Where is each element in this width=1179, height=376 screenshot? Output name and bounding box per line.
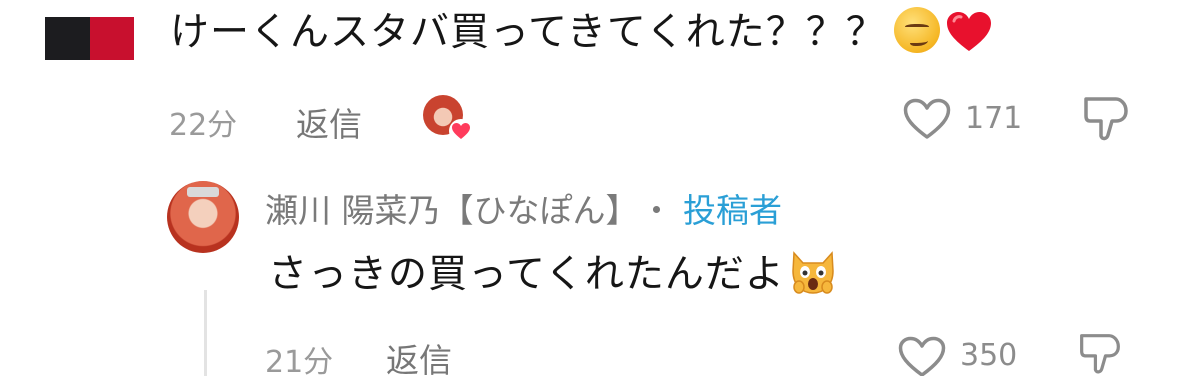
poster-badge: 投稿者 xyxy=(683,191,782,230)
reply-text: さっきの買ってくれたんだよ xyxy=(268,252,785,297)
comment-timestamp: 22分 xyxy=(169,108,238,143)
liked-heart-icon xyxy=(449,119,473,143)
thumbs-down-icon[interactable] xyxy=(1082,95,1130,143)
separator-dot: ・ xyxy=(640,191,673,230)
like-count: 171 xyxy=(965,101,1023,136)
author-line: 瀬川 陽菜乃【ひなぽん】・投稿者 xyxy=(265,184,782,232)
user-avatar-flag[interactable] xyxy=(45,17,134,60)
thumbs-down-icon-2[interactable] xyxy=(1076,332,1124,376)
like-count-2: 350 xyxy=(960,338,1018,373)
comment-body: けーくんスタバ買ってきてくれた？？？ xyxy=(170,6,992,60)
reply-button-2[interactable]: 返信 xyxy=(386,334,452,376)
reply-button[interactable]: 返信 xyxy=(296,98,362,146)
comment-thread: けーくんスタバ買ってきてくれた？？？ 22分 返信 171 瀬川 陽菜乃【ひなぽ… xyxy=(0,0,1179,376)
reply-timestamp: 21分 xyxy=(265,345,334,376)
smirking-face-icon xyxy=(893,7,940,53)
heart-outline-icon[interactable] xyxy=(903,98,951,140)
thread-connector xyxy=(204,290,207,376)
weary-cat-face-icon xyxy=(792,251,834,294)
poster-avatar[interactable] xyxy=(167,181,239,253)
creator-liked-avatar xyxy=(423,95,473,143)
heart-outline-icon-2[interactable] xyxy=(898,336,946,376)
red-heart-icon xyxy=(946,12,991,51)
comment-text: けーくんスタバ買ってきてくれた？？？ xyxy=(170,10,886,55)
author-name[interactable]: 瀬川 陽菜乃【ひなぽん】 xyxy=(265,191,622,230)
reply-body: さっきの買ってくれたんだよ xyxy=(268,243,837,299)
